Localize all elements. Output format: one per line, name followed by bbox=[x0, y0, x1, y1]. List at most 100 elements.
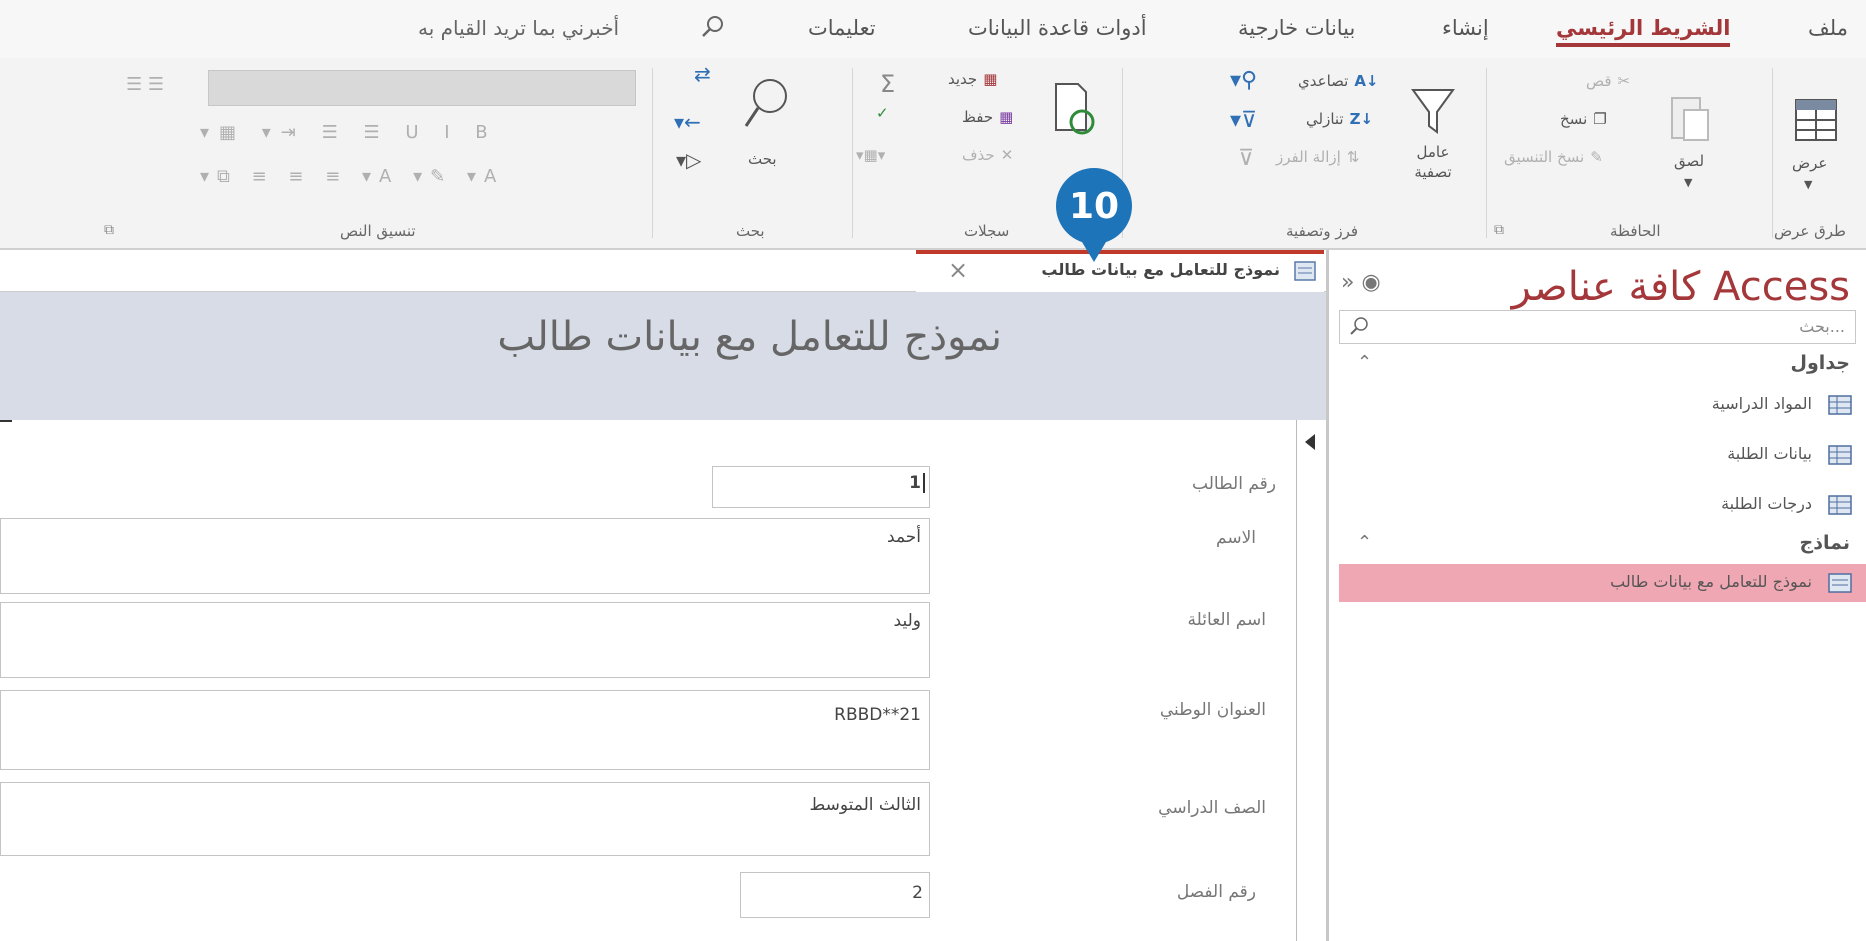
tell-me-input[interactable]: أخبرني بما تريد القيام به bbox=[418, 16, 619, 40]
group-divider bbox=[652, 68, 653, 238]
record-selector-icon bbox=[1305, 434, 1315, 450]
student-number-value: 1 bbox=[909, 473, 925, 493]
format-painter-label: نسخ التنسيق bbox=[1504, 148, 1585, 166]
advanced-filter-icon[interactable]: ▾⊽ bbox=[1230, 108, 1257, 133]
dialog-launcher-icon[interactable]: ⧉ bbox=[104, 222, 114, 238]
font-name-select[interactable] bbox=[208, 70, 636, 106]
nav-item-table[interactable]: المواد الدراسية bbox=[1329, 386, 1866, 424]
tab-file[interactable]: ملف bbox=[1808, 16, 1848, 40]
ribbon-tab-bar: ملف الشريط الرئيسي إنشاء بيانات خارجية أ… bbox=[0, 0, 1866, 58]
save-record-button[interactable]: حفظ ▦ bbox=[962, 108, 1013, 126]
find-button[interactable]: بحث bbox=[748, 150, 777, 168]
group-label-views: طرق عرض bbox=[1774, 222, 1846, 240]
document-tab-strip: نموذج للتعامل مع بيانات طالب × bbox=[0, 250, 1326, 292]
refresh-all-icon bbox=[1055, 83, 1095, 135]
remove-sort-label: إزالة الفرز bbox=[1276, 148, 1341, 166]
view-button[interactable]: عرض bbox=[1792, 154, 1827, 172]
select-icon[interactable]: ▾▷ bbox=[676, 148, 701, 172]
nav-item-label: المواد الدراسية bbox=[1711, 394, 1812, 413]
group-label-text-formatting: تنسيق النص bbox=[340, 222, 416, 240]
form-body bbox=[0, 420, 1326, 941]
tab-create[interactable]: إنشاء bbox=[1442, 16, 1489, 40]
selection-filter-icon[interactable]: ▾⚲ bbox=[1230, 68, 1257, 93]
tab-external-data[interactable]: بيانات خارجية bbox=[1238, 16, 1355, 40]
paste-icon bbox=[1671, 97, 1709, 141]
goto-icon[interactable]: ▾← bbox=[674, 110, 701, 134]
tab-home[interactable]: الشريط الرئيسي bbox=[1556, 16, 1731, 47]
find-icon bbox=[744, 79, 787, 127]
group-label-sort-filter: فرز وتصفية bbox=[1286, 222, 1359, 240]
view-icon bbox=[1795, 99, 1837, 141]
toggle-filter-icon[interactable]: ⊽ bbox=[1238, 146, 1254, 171]
form-icon bbox=[1828, 573, 1852, 593]
nav-group-forms[interactable]: نماذج ⌃ bbox=[1339, 530, 1856, 560]
field-label-national-address: العنوان الوطني bbox=[1159, 700, 1266, 720]
collapse-icon: ⌃ bbox=[1357, 352, 1373, 373]
sort-descending-icon: Z↓ bbox=[1349, 110, 1374, 128]
delete-record-button[interactable]: حذف ✕ bbox=[962, 146, 1013, 164]
sort-ascending-button[interactable]: تصاعدي A↓ bbox=[1298, 72, 1379, 90]
grade-field[interactable]: الثالث المتوسط bbox=[0, 782, 930, 856]
list-icons[interactable]: ☰ ☰ bbox=[126, 74, 164, 95]
chevron-down-icon[interactable]: ▼ bbox=[1804, 178, 1812, 191]
copy-icon: ❐ bbox=[1593, 110, 1607, 128]
nav-group-tables[interactable]: جداول ⌃ bbox=[1339, 350, 1856, 380]
nav-search-placeholder: بحث... bbox=[1799, 317, 1845, 336]
group-clipboard: لصق ▼ قص ✂ نسخ ❐ نسخ التنسيق ✎ الحافظة ⧉ bbox=[1490, 58, 1770, 248]
form-edge-mark bbox=[0, 420, 12, 422]
filter-button[interactable]: عامل تصفية bbox=[1408, 142, 1458, 182]
field-label-grade: الصف الدراسي bbox=[1158, 798, 1266, 818]
cut-button[interactable]: قص ✂ bbox=[1586, 72, 1630, 90]
document-tab[interactable]: نموذج للتعامل مع بيانات طالب × bbox=[916, 250, 1324, 292]
nav-search-input[interactable]: بحث... bbox=[1339, 310, 1856, 344]
filter-icon bbox=[1411, 89, 1455, 134]
tab-database-tools[interactable]: أدوات قاعدة البيانات bbox=[968, 16, 1147, 40]
nav-pane-controls[interactable]: » ◉ bbox=[1341, 270, 1381, 295]
replace-icon[interactable]: ⇄ bbox=[694, 62, 711, 86]
sort-ascending-label: تصاعدي bbox=[1298, 72, 1349, 90]
family-name-field[interactable]: وليد bbox=[0, 602, 930, 678]
paste-button[interactable]: لصق bbox=[1674, 152, 1704, 170]
close-icon[interactable]: × bbox=[948, 256, 968, 284]
search-icon bbox=[702, 16, 723, 37]
more-records-icon[interactable]: ▾▦▾ bbox=[856, 146, 885, 164]
tab-help[interactable]: تعليمات bbox=[808, 16, 876, 40]
sort-ascending-icon: A↓ bbox=[1354, 72, 1379, 90]
group-text-formatting: ☰ ☰ ▾▦ ▾⇥ ☰ ☰ U I B ▾⧉ ≡ ≡ ≡ ▾A ▾✎ ▾A تن… bbox=[0, 58, 648, 248]
new-record-icon: ▦ bbox=[983, 70, 998, 88]
first-name-field[interactable]: أحمد bbox=[0, 518, 930, 594]
save-icon: ▦ bbox=[999, 108, 1014, 126]
format-painter-button[interactable]: نسخ التنسيق ✎ bbox=[1504, 148, 1603, 166]
group-sort-filter: عامل تصفية تصاعدي A↓ تنازلي Z↓ إزالة الفرز… bbox=[1126, 58, 1482, 248]
sort-descending-button[interactable]: تنازلي Z↓ bbox=[1306, 110, 1373, 128]
national-address-value: RBBD**21 bbox=[834, 705, 921, 725]
copy-button[interactable]: نسخ ❐ bbox=[1560, 110, 1607, 128]
nav-pane-title[interactable]: كافة عناصر Access bbox=[1512, 264, 1850, 310]
remove-sort-button[interactable]: إزالة الفرز ⇅ bbox=[1276, 148, 1359, 166]
nav-item-table[interactable]: درجات الطلبة bbox=[1329, 486, 1866, 524]
class-number-field[interactable]: 2 bbox=[740, 872, 930, 918]
group-label-find: بحث bbox=[736, 222, 765, 240]
spelling-icon[interactable]: ✓ bbox=[876, 104, 889, 122]
student-number-field[interactable]: 1 bbox=[712, 466, 930, 508]
alignment-color-icons[interactable]: ▾⧉ ≡ ≡ ≡ ▾A ▾✎ ▾A bbox=[200, 166, 504, 187]
bold-italic-underline-icons[interactable]: ▾▦ ▾⇥ ☰ ☰ U I B bbox=[200, 122, 498, 143]
form-icon bbox=[1294, 261, 1316, 281]
collapse-icon: ⌃ bbox=[1357, 532, 1373, 553]
cut-label: قص bbox=[1586, 72, 1612, 90]
family-name-value: وليد bbox=[893, 611, 921, 631]
dialog-launcher-icon[interactable]: ⧉ bbox=[1494, 222, 1504, 238]
navigation-pane: كافة عناصر Access » ◉ بحث... جداول ⌃ الم… bbox=[1326, 250, 1866, 941]
field-label-family-name: اسم العائلة bbox=[1187, 610, 1266, 630]
nav-item-form[interactable]: نموذج للتعامل مع بيانات طالب bbox=[1339, 564, 1866, 602]
nav-item-table[interactable]: بيانات الطلبة bbox=[1329, 436, 1866, 474]
national-address-field[interactable]: RBBD**21 bbox=[0, 690, 930, 770]
chevron-down-icon[interactable]: ▼ bbox=[1684, 176, 1692, 189]
group-divider bbox=[1486, 68, 1487, 238]
record-selector-bar[interactable] bbox=[1296, 420, 1326, 941]
table-icon bbox=[1828, 395, 1852, 415]
totals-icon[interactable]: Σ bbox=[880, 70, 895, 98]
new-record-button[interactable]: جديد ▦ bbox=[948, 70, 997, 88]
remove-sort-icon: ⇅ bbox=[1346, 148, 1360, 166]
nav-group-label: نماذج bbox=[1799, 532, 1850, 554]
